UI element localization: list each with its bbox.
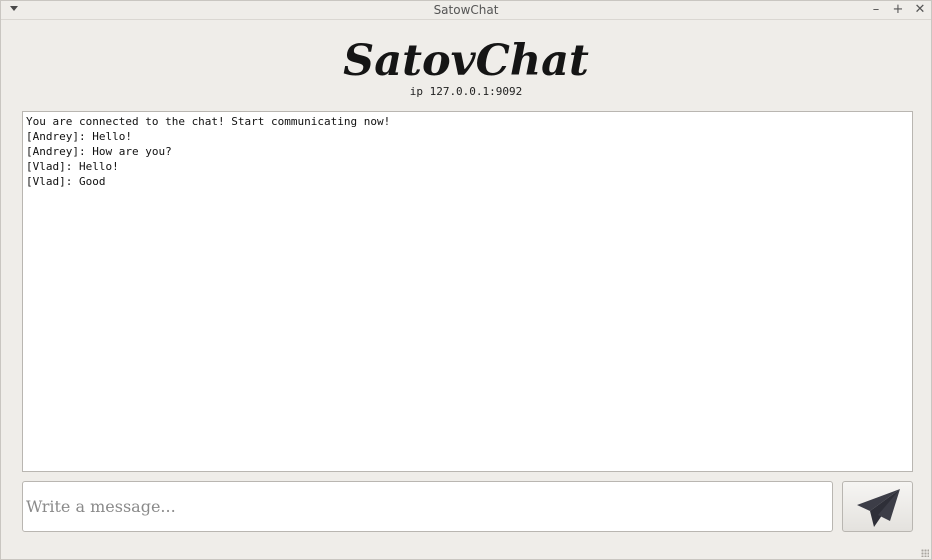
maximize-button[interactable]: +: [891, 2, 905, 18]
chat-line: [Andrey]: Hello!: [26, 130, 132, 143]
chat-line: [Andrey]: How are you?: [26, 145, 172, 158]
message-input[interactable]: [22, 481, 833, 532]
resize-grip[interactable]: [921, 549, 929, 557]
app-logo: SatovChat: [343, 36, 589, 86]
chat-log[interactable]: You are connected to the chat! Start com…: [22, 111, 913, 472]
send-button[interactable]: [842, 481, 913, 532]
window-title: SatowChat: [433, 3, 499, 17]
minimize-button[interactable]: –: [869, 2, 883, 18]
title-bar[interactable]: SatowChat – + ✕: [1, 1, 931, 20]
chat-line: You are connected to the chat! Start com…: [26, 115, 391, 128]
chat-line: [Vlad]: Good: [26, 175, 106, 188]
chat-line: [Vlad]: Hello!: [26, 160, 119, 173]
paper-plane-icon: [857, 489, 900, 527]
server-ip-label: ip 127.0.0.1:9092: [409, 85, 523, 98]
app-window: SatowChat – + ✕ SatovChat ip 127.0.0.1:9…: [0, 0, 932, 560]
close-button[interactable]: ✕: [913, 2, 927, 18]
